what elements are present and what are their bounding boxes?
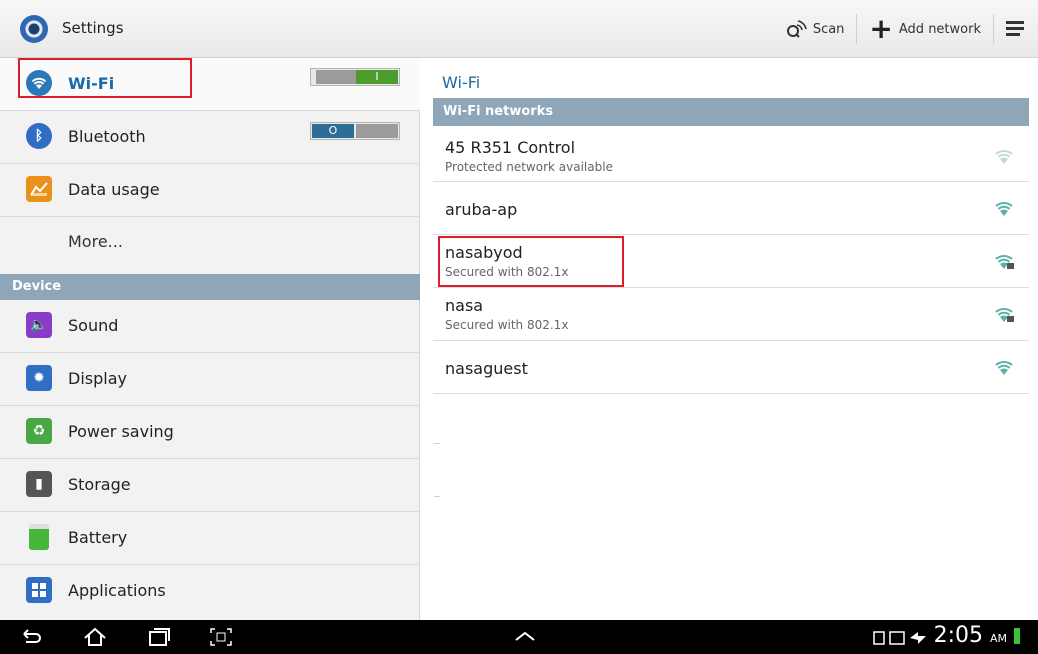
speaker-icon: 🔈 xyxy=(26,312,52,338)
sidebar-item-more[interactable]: More... xyxy=(0,217,420,270)
sidebar-item-label: Bluetooth xyxy=(68,127,146,146)
wifi-panel: Wi-Fi Wi-Fi networks 45 R351 Control Pro… xyxy=(421,58,1038,620)
sidebar-item-label: Storage xyxy=(68,475,131,494)
clock-ampm: AM xyxy=(989,632,1007,645)
wifi-toggle[interactable]: I xyxy=(310,68,400,86)
back-icon[interactable] xyxy=(18,626,44,648)
sidebar-item-data-usage[interactable]: Data usage xyxy=(0,164,420,217)
settings-gear-icon[interactable] xyxy=(20,15,48,43)
network-item[interactable]: nasaguest xyxy=(433,341,1029,394)
sidebar-item-label: Data usage xyxy=(68,180,160,199)
add-network-label: Add network xyxy=(898,21,981,37)
panel-title: Wi-Fi xyxy=(442,73,481,92)
sidebar-item-storage[interactable]: ▮ Storage xyxy=(0,459,420,512)
plus-icon: + xyxy=(869,12,893,45)
sidebar-item-label: Battery xyxy=(68,528,128,547)
status-clock[interactable]: 2:05 AM xyxy=(934,623,1020,648)
sidebar-item-label: Display xyxy=(68,369,127,388)
wifi-lock-icon xyxy=(995,255,1014,269)
app-title: Settings xyxy=(62,19,124,37)
network-item[interactable]: nasa Secured with 802.1x xyxy=(433,288,1029,341)
sidebar-item-applications[interactable]: Applications xyxy=(0,565,420,618)
sidebar-item-bluetooth[interactable]: ᛒ Bluetooth O xyxy=(0,111,420,164)
sidebar-item-label: Power saving xyxy=(68,422,174,441)
battery-icon xyxy=(29,524,49,550)
divider xyxy=(434,496,440,497)
sidebar-item-sound[interactable]: 🔈 Sound xyxy=(0,300,420,353)
bluetooth-icon: ᛒ xyxy=(26,123,52,149)
sidebar-item-label: More... xyxy=(68,232,123,251)
wifi-lock-icon xyxy=(995,308,1014,322)
chevron-up-icon[interactable] xyxy=(512,626,538,648)
brightness-icon: ✹ xyxy=(26,365,52,391)
data-usage-icon xyxy=(26,176,52,202)
bluetooth-toggle[interactable]: O xyxy=(310,122,400,140)
scan-button[interactable]: Scan xyxy=(773,12,857,46)
wifi-signal-icon xyxy=(995,202,1013,216)
apps-grid-icon xyxy=(26,577,52,603)
network-name: nasaguest xyxy=(445,359,528,378)
sidebar-item-display[interactable]: ✹ Display xyxy=(0,353,420,406)
storage-card-icon: ▮ xyxy=(26,471,52,497)
action-bar: Settings Scan + Add network xyxy=(0,0,1038,58)
network-status: Secured with 802.1x xyxy=(445,318,569,332)
wifi-signal-icon xyxy=(995,361,1013,375)
divider xyxy=(434,443,440,444)
recent-apps-icon[interactable] xyxy=(146,626,172,648)
network-item[interactable]: 45 R351 Control Protected network availa… xyxy=(433,126,1029,182)
add-network-button[interactable]: + Add network xyxy=(857,12,993,46)
sidebar-item-battery[interactable]: Battery xyxy=(0,512,420,565)
power-saving-icon: ♻ xyxy=(26,418,52,444)
sidebar-item-label: Applications xyxy=(68,581,166,600)
network-name: aruba-ap xyxy=(445,200,518,219)
network-item[interactable]: aruba-ap xyxy=(433,182,1029,235)
wifi-signal-weak-icon xyxy=(995,150,1013,164)
scan-icon xyxy=(786,20,807,38)
action-bar-buttons: Scan + Add network xyxy=(773,0,1038,58)
network-name: nasa xyxy=(445,296,484,315)
notification-icons[interactable] xyxy=(870,626,940,648)
menu-icon xyxy=(1006,20,1026,38)
sidebar-item-label: Sound xyxy=(68,316,119,335)
scan-label: Scan xyxy=(812,21,845,37)
sidebar-item-power-saving[interactable]: ♻ Power saving xyxy=(0,406,420,459)
screenshot-icon[interactable] xyxy=(208,626,234,648)
highlight-box xyxy=(18,58,192,98)
battery-status-icon xyxy=(1014,628,1020,644)
home-icon[interactable] xyxy=(82,626,108,648)
network-name: 45 R351 Control xyxy=(445,138,576,157)
overflow-menu-button[interactable] xyxy=(994,12,1038,46)
system-bar: 2:05 AM xyxy=(0,620,1038,654)
clock-time: 2:05 xyxy=(933,623,983,648)
highlight-box xyxy=(438,236,624,287)
section-header-wifi-networks: Wi-Fi networks xyxy=(433,98,1029,126)
section-header-device: Device xyxy=(0,274,420,300)
settings-list: Wi-Fi I ᛒ Bluetooth O Data usage More...… xyxy=(0,58,420,620)
network-status: Protected network available xyxy=(445,160,613,174)
